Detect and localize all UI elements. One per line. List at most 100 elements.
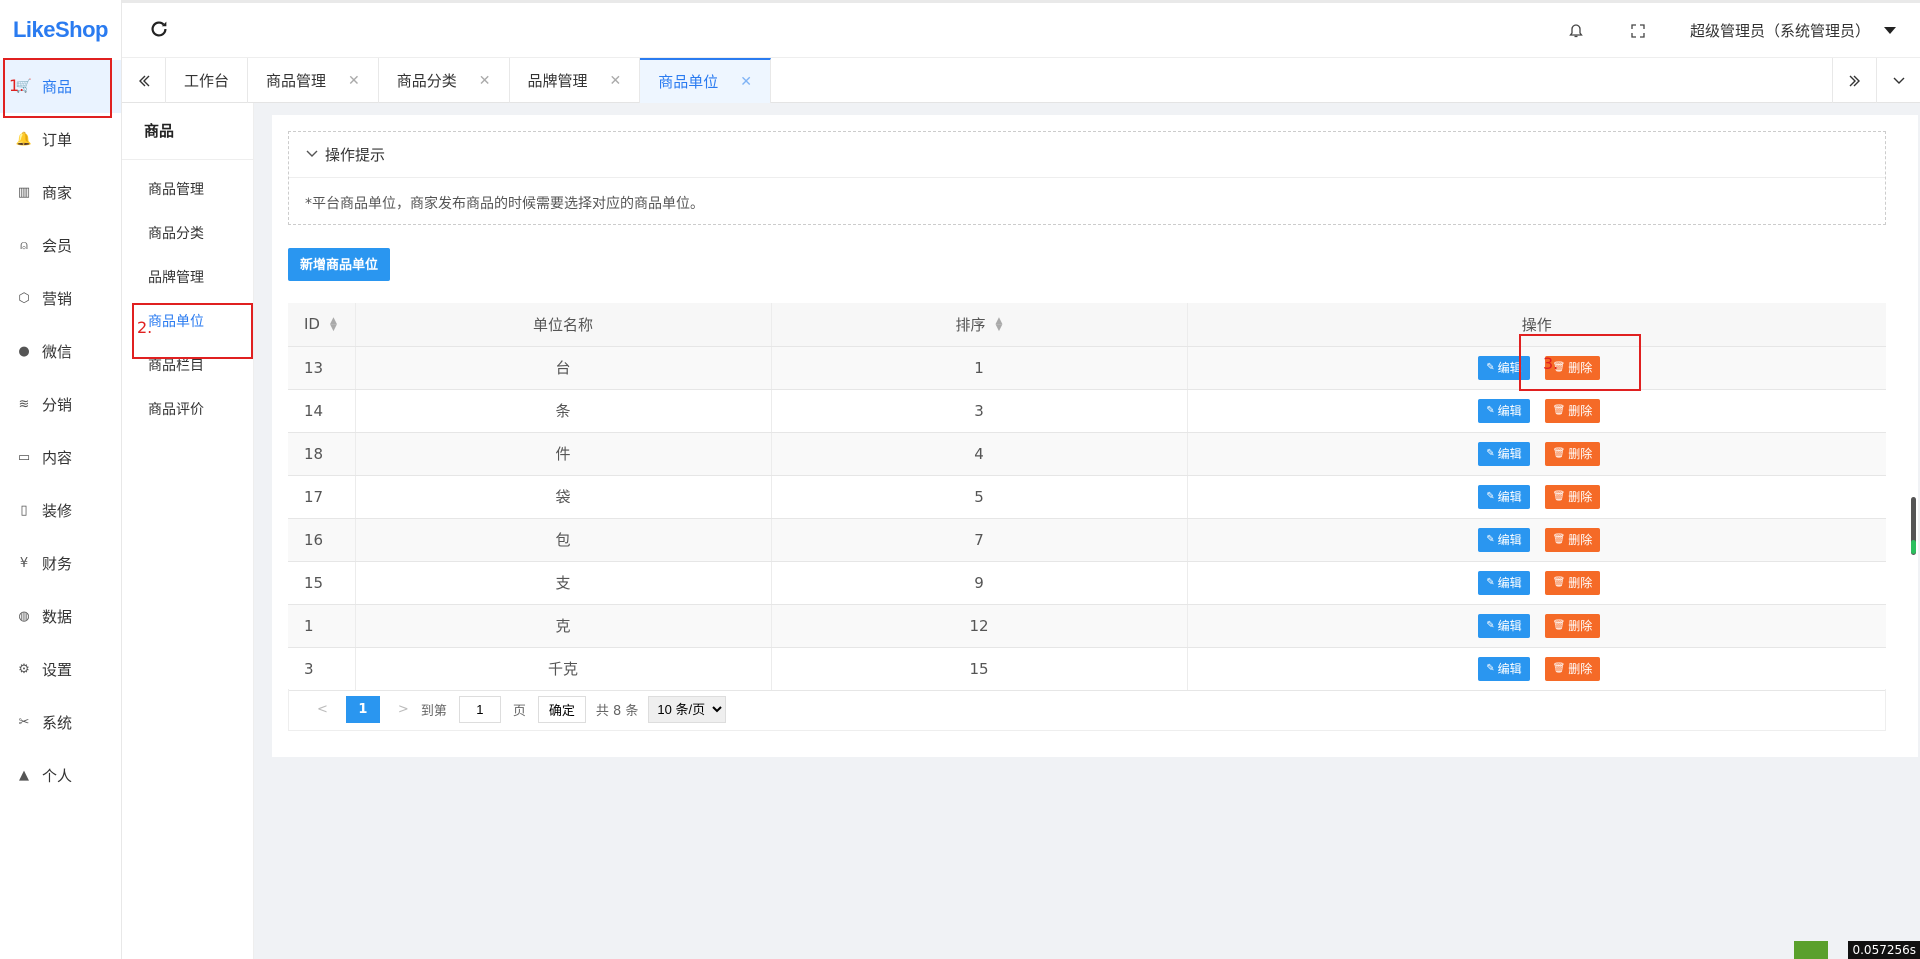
edit-button[interactable]: ✎ 编辑 xyxy=(1478,613,1530,638)
close-icon[interactable]: ✕ xyxy=(610,73,622,89)
goto-prefix: 到第 xyxy=(420,704,447,719)
close-icon[interactable]: ✕ xyxy=(479,73,491,89)
cell-sort: 15 xyxy=(771,647,1188,691)
cell-sort: 12 xyxy=(771,604,1188,648)
sidebar-item-label: 营销 xyxy=(42,290,73,308)
sub-sidebar: 商品 商品管理 商品分类 品牌管理 商品单位 商品栏目 商品评价 xyxy=(122,103,254,959)
page-size-select[interactable]: 10 条/页 xyxy=(648,696,727,723)
delete-button[interactable]: 🗑 删除 xyxy=(1544,613,1601,638)
sort-icon[interactable]: ▲ ▼ xyxy=(330,316,337,332)
tab-label: 品牌管理 xyxy=(527,72,588,90)
sidebar-item-label: 装修 xyxy=(42,502,73,520)
add-unit-button[interactable]: 新增商品单位 xyxy=(288,248,391,281)
sidebar-item-9[interactable]: ¥ 财务 xyxy=(0,537,121,590)
sidebar-item-6[interactable]: ≋ 分销 xyxy=(0,378,121,431)
edit-button[interactable]: ✎ 编辑 xyxy=(1478,656,1530,681)
sidebar-item-2[interactable]: ▥ 商家 xyxy=(0,166,121,219)
sidebar-item-5[interactable]: ● 微信 xyxy=(0,325,121,378)
subnav-item-2[interactable]: 品牌管理 xyxy=(122,256,253,300)
cell-id: 3 xyxy=(288,647,356,691)
edit-button[interactable]: ✎ 编辑 xyxy=(1478,398,1530,423)
col-sort[interactable]: 排序 ▲ ▼ xyxy=(771,303,1188,347)
page-current[interactable]: 1 xyxy=(345,696,380,723)
cell-id: 16 xyxy=(288,518,356,562)
goto-page-input[interactable] xyxy=(458,696,501,723)
tips-header[interactable]: 操作提示 xyxy=(289,132,1885,178)
col-id[interactable]: ID ▲ ▼ xyxy=(288,303,356,347)
cell-name: 克 xyxy=(355,604,772,648)
caret-down-icon xyxy=(1884,27,1896,34)
user-menu[interactable]: 超级管理员（系统管理员） xyxy=(1690,20,1896,41)
cell-id: 1 xyxy=(288,604,356,648)
debug-timing: 0.057256s xyxy=(1848,941,1920,959)
sidebar-item-11[interactable]: ⚙ 设置 xyxy=(0,643,121,696)
delete-button[interactable]: 🗑 删除 xyxy=(1544,656,1601,681)
logo[interactable]: LikeShop xyxy=(0,0,121,60)
tab-3[interactable]: 品牌管理 ✕ xyxy=(510,58,641,103)
sort-icon[interactable]: ▲ ▼ xyxy=(996,317,1003,333)
cube-icon: ⬡ xyxy=(18,291,30,306)
close-icon[interactable]: ✕ xyxy=(740,74,752,90)
sidebar-item-1[interactable]: 🔔 订单 xyxy=(0,113,121,166)
total-count: 共 8 条 xyxy=(595,704,639,719)
sidebar-item-8[interactable]: ▯ 装修 xyxy=(0,484,121,537)
edit-button[interactable]: ✎ 编辑 xyxy=(1478,527,1530,552)
sidebar-item-7[interactable]: ▭ 内容 xyxy=(0,431,121,484)
refresh-icon[interactable] xyxy=(148,18,170,40)
tab-0[interactable]: 工作台 xyxy=(166,58,249,103)
annotation-label-1: 1. xyxy=(9,76,25,95)
tabs-bar: 工作台 商品管理 ✕ 商品分类 ✕ 品牌管理 ✕ 商品单位 ✕ xyxy=(122,58,1920,103)
cell-sort: 5 xyxy=(771,475,1188,519)
sidebar-item-4[interactable]: ⬡ 营销 xyxy=(0,272,121,325)
table-row: 13 台 1 ✎ 编辑 🗑 删除 xyxy=(288,346,1886,390)
close-icon[interactable]: ✕ xyxy=(348,73,360,89)
table-row: 18 件 4 ✎ 编辑 🗑 删除 xyxy=(288,432,1886,476)
scroll-right-icon[interactable] xyxy=(1832,58,1876,103)
tab-4[interactable]: 商品单位 ✕ xyxy=(640,58,772,103)
edit-button[interactable]: ✎ 编辑 xyxy=(1478,441,1530,466)
cell-id: 15 xyxy=(288,561,356,605)
edit-button[interactable]: ✎ 编辑 xyxy=(1478,484,1530,509)
cell-ops: ✎ 编辑 🗑 删除 xyxy=(1187,647,1886,691)
next-page-icon[interactable]: > xyxy=(398,702,409,717)
sidebar-item-13[interactable]: ▲ 个人 xyxy=(0,749,121,802)
trash-icon: 🗑 xyxy=(1552,577,1566,588)
trash-icon: 🗑 xyxy=(1552,663,1566,674)
cell-name: 支 xyxy=(355,561,772,605)
table-row: 3 千克 15 ✎ 编辑 🗑 删除 xyxy=(288,647,1886,691)
yen-icon: ¥ xyxy=(19,556,29,571)
tab-2[interactable]: 商品分类 ✕ xyxy=(379,58,510,103)
book-icon: ▭ xyxy=(17,450,31,465)
scroll-indicator-status xyxy=(1911,540,1916,554)
cell-ops: ✎ 编辑 🗑 删除 xyxy=(1187,432,1886,476)
tab-label: 商品管理 xyxy=(266,72,327,90)
delete-button[interactable]: 🗑 删除 xyxy=(1544,570,1601,595)
sidebar-item-label: 订单 xyxy=(42,131,73,149)
top-header: 超级管理员（系统管理员） xyxy=(122,0,1920,58)
edit-button[interactable]: ✎ 编辑 xyxy=(1478,570,1530,595)
delete-button[interactable]: 🗑 删除 xyxy=(1544,484,1601,509)
subnav-item-5[interactable]: 商品评价 xyxy=(122,388,253,432)
cell-sort: 3 xyxy=(771,389,1188,433)
sidebar-item-12[interactable]: ✂ 系统 xyxy=(0,696,121,749)
bell-icon[interactable] xyxy=(1566,21,1586,41)
delete-button[interactable]: 🗑 删除 xyxy=(1544,441,1601,466)
cell-name: 千克 xyxy=(355,647,772,691)
main-nav: 🛒 商品 🔔 订单 ▥ 商家 ⍝ 会员 ⬡ 营销 ● 微信 ≋ 分销 ▭ 内容 ▯ 装修 ¥ 财务 ◍ 数据 ⚙ 设置 ✂ 系统 ▲… xyxy=(0,60,121,802)
subnav-item-0[interactable]: 商品管理 xyxy=(122,168,253,212)
scroll-left-icon[interactable] xyxy=(122,58,166,103)
delete-button[interactable]: 🗑 删除 xyxy=(1544,398,1601,423)
goto-confirm-button[interactable]: 确定 xyxy=(537,696,586,723)
subnav-item-1[interactable]: 商品分类 xyxy=(122,212,253,256)
tab-1[interactable]: 商品管理 ✕ xyxy=(248,58,379,103)
user-name: 超级管理员（系统管理员） xyxy=(1689,22,1870,40)
sidebar-item-3[interactable]: ⍝ 会员 xyxy=(0,219,121,272)
table-row: 16 包 7 ✎ 编辑 🗑 删除 xyxy=(288,518,1886,562)
sidebar-item-label: 系统 xyxy=(42,714,73,732)
sidebar-item-10[interactable]: ◍ 数据 xyxy=(0,590,121,643)
fullscreen-icon[interactable] xyxy=(1628,21,1648,41)
tabs-menu-chevron-icon[interactable] xyxy=(1876,58,1920,103)
delete-button[interactable]: 🗑 删除 xyxy=(1544,527,1601,552)
prev-page-icon[interactable]: < xyxy=(317,702,328,717)
store-icon: ▥ xyxy=(17,185,31,200)
